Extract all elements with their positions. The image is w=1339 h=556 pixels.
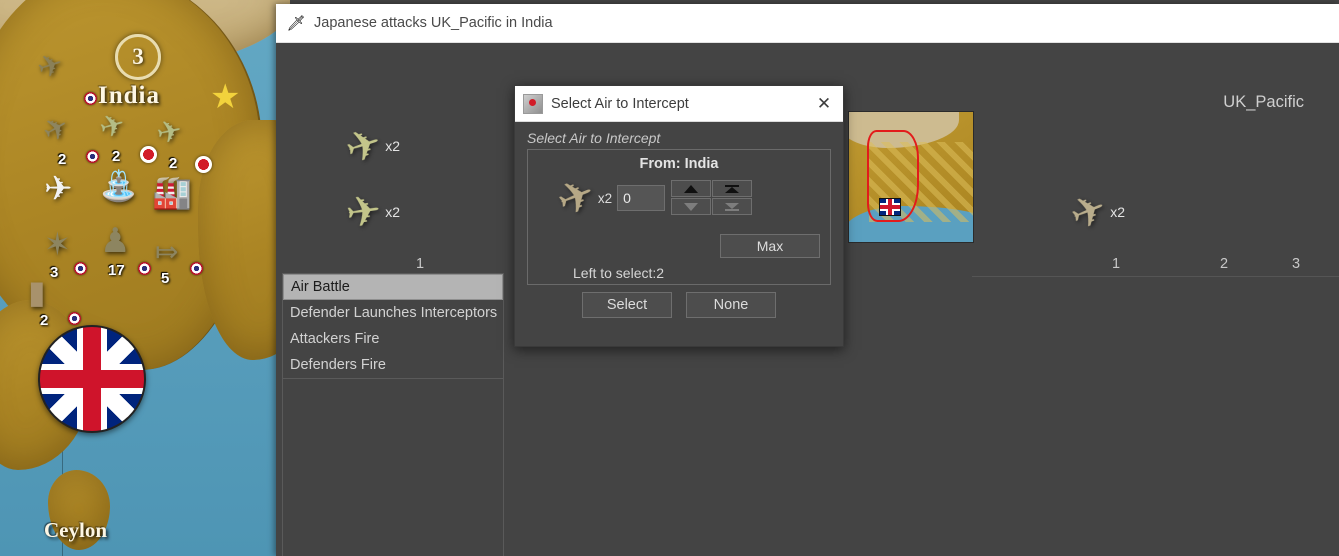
infantry-icon: ♟ bbox=[100, 222, 131, 260]
minimap-owner-flag-uk bbox=[879, 198, 901, 216]
attacker-column-1: 1 bbox=[416, 256, 425, 272]
battle-step-defender-launches-interceptors[interactable]: Defender Launches Interceptors bbox=[283, 300, 503, 326]
spinner-arrows bbox=[671, 180, 753, 216]
roundel-icon bbox=[138, 262, 151, 275]
factory-icon: 🏭 bbox=[152, 174, 192, 210]
window-title: Japanese attacks UK_Pacific in India bbox=[314, 15, 553, 31]
attacker-unit-quantity-0: x2 bbox=[385, 138, 400, 154]
defender-name-header: UK_Pacific bbox=[1223, 93, 1304, 111]
quantity-input[interactable] bbox=[617, 185, 666, 211]
fighter-icon: ✈ bbox=[339, 117, 388, 174]
dialog-caption: Select Air to Intercept bbox=[527, 130, 661, 146]
intercept-selection-group: From: India ✈ x2 0 Max Left to select:2 bbox=[527, 149, 831, 285]
unit-multiplier: x2 bbox=[597, 190, 613, 206]
none-button[interactable]: None bbox=[686, 292, 776, 318]
bomber-icon: ✈ bbox=[342, 185, 385, 238]
defender-column-2: 2 bbox=[1220, 256, 1229, 272]
game-map[interactable]: 3 India Ceylon ★ ✈ ✈ 2 ✈ 2 ✈ 2 ✈ ⛲ bbox=[0, 0, 290, 556]
select-air-to-intercept-dialog: Select Air to Intercept ✕ Select Air to … bbox=[514, 85, 844, 347]
attacker-unit-row-1[interactable]: ✈ x2 bbox=[342, 185, 400, 238]
window-titlebar: 🗡 Japanese attacks UK_Pacific in India bbox=[276, 4, 1339, 43]
territory-minimap[interactable] bbox=[848, 111, 974, 243]
roundel-icon bbox=[190, 262, 203, 275]
naval-base-icon: ⛲ bbox=[100, 170, 138, 203]
roundel-icon bbox=[86, 150, 99, 163]
airbase-icon: ✈ bbox=[44, 170, 73, 208]
battle-icon: 🗡 bbox=[286, 15, 306, 32]
screen-root: 3 India Ceylon ★ ✈ ✈ 2 ✈ 2 ✈ 2 ✈ ⛲ bbox=[0, 0, 1339, 556]
dialog-button-row: Select None bbox=[527, 292, 831, 318]
attacker-unit-row-0[interactable]: ✈ x2 bbox=[339, 118, 400, 174]
increment-button[interactable] bbox=[671, 180, 712, 197]
decrement-max-button[interactable] bbox=[712, 198, 753, 215]
left-to-select-label: Left to select:2 bbox=[573, 265, 665, 281]
aa-gun-icon: ✶ bbox=[44, 226, 71, 262]
defender-unit-quantity-0: x2 bbox=[1110, 204, 1125, 220]
defender-unit-row-0[interactable]: ✈ x2 bbox=[1063, 183, 1125, 240]
attacker-unit-quantity-1: x2 bbox=[385, 204, 400, 220]
defender-panel-divider bbox=[972, 276, 1339, 277]
territory-value-badge: 3 bbox=[115, 34, 161, 80]
battle-step-air-battle[interactable]: Air Battle bbox=[283, 274, 503, 300]
dialog-title: Select Air to Intercept bbox=[551, 95, 689, 112]
fighter-icon: ✈ bbox=[1063, 183, 1114, 240]
roundel-icon bbox=[68, 312, 81, 325]
spinner-up-row bbox=[671, 180, 753, 198]
decrement-button[interactable] bbox=[671, 198, 712, 215]
air-intercept-icon bbox=[523, 93, 543, 114]
close-icon[interactable]: ✕ bbox=[811, 91, 837, 117]
increment-max-button[interactable] bbox=[712, 180, 753, 197]
quantity-stepper-row: ✈ x2 bbox=[536, 168, 822, 227]
select-button[interactable]: Select bbox=[582, 292, 672, 318]
tank-icon: ▮ bbox=[28, 274, 46, 310]
fighter-icon: ✈ bbox=[549, 167, 603, 228]
battle-steps-list[interactable]: Air Battle Defender Launches Interceptor… bbox=[282, 273, 504, 379]
roundel-icon bbox=[84, 92, 97, 105]
spinner-down-row bbox=[671, 198, 753, 216]
dialog-titlebar: Select Air to Intercept ✕ bbox=[515, 86, 843, 122]
defender-column-1: 1 bbox=[1112, 256, 1121, 272]
max-button[interactable]: Max bbox=[720, 234, 820, 258]
defender-column-3: 3 bbox=[1292, 256, 1301, 272]
japanese-flag-icon bbox=[140, 146, 157, 163]
battle-step-defenders-fire[interactable]: Defenders Fire bbox=[283, 352, 503, 378]
roundel-icon bbox=[74, 262, 87, 275]
battle-step-attackers-fire[interactable]: Attackers Fire bbox=[283, 326, 503, 352]
artillery-icon: ⤇ bbox=[155, 236, 179, 267]
japanese-flag-icon bbox=[195, 156, 212, 173]
battle-steps-empty-area bbox=[282, 377, 504, 556]
dialog-body: Select Air to Intercept From: India ✈ x2 bbox=[515, 122, 843, 328]
territory-owner-flag-uk[interactable] bbox=[38, 325, 146, 433]
